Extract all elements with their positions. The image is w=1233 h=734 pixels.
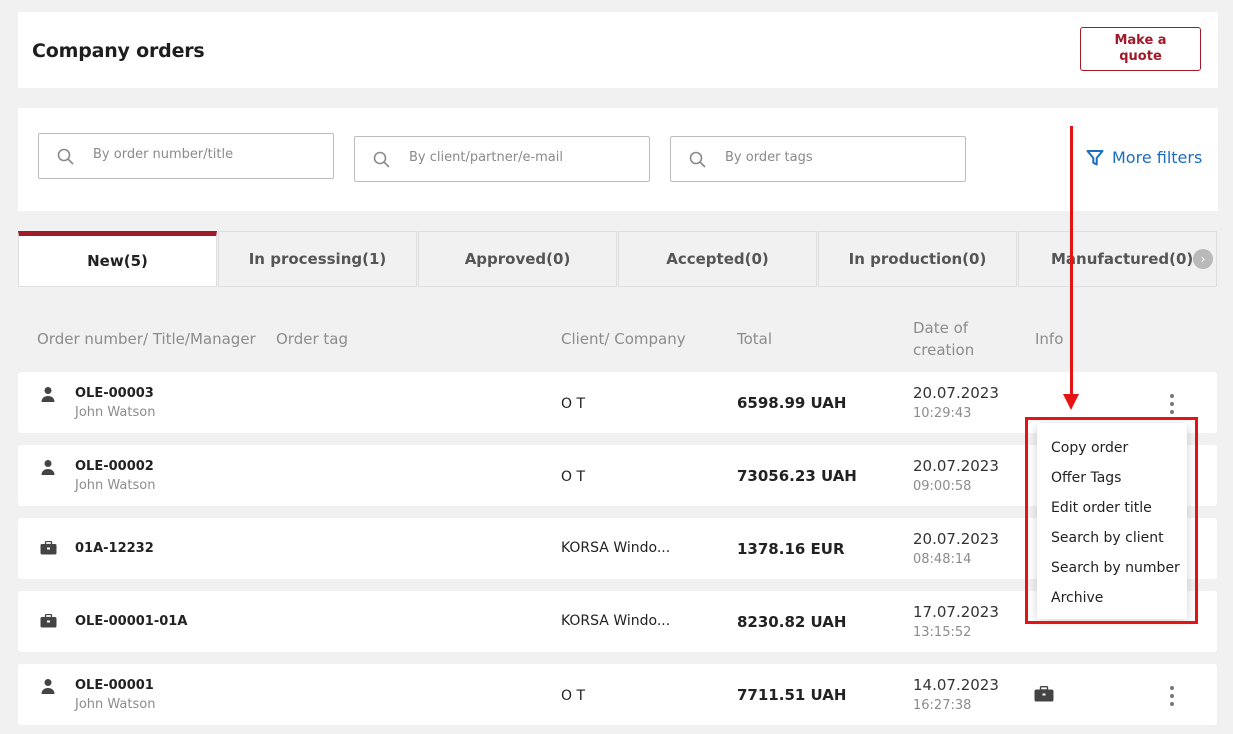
more-filters-label: More filters <box>1112 148 1203 167</box>
client-search-field[interactable] <box>354 136 650 182</box>
order-date: 20.07.2023 <box>913 530 999 548</box>
order-time: 13:15:52 <box>913 625 972 640</box>
tags-search-input[interactable] <box>723 149 947 166</box>
person-icon <box>41 679 55 694</box>
tab-approved[interactable]: Approved(0) <box>418 231 617 287</box>
order-client: O T <box>561 396 586 412</box>
order-client: O T <box>561 688 586 704</box>
annotation-arrow-line <box>1070 126 1073 396</box>
column-tag: Order tag <box>276 330 348 348</box>
column-date-line1: Date of <box>913 319 969 337</box>
make-quote-button[interactable]: Make a quote <box>1080 27 1201 71</box>
column-info: Info <box>1035 330 1064 348</box>
more-filters-link[interactable]: More filters <box>1086 148 1202 167</box>
order-total: 73056.23 UAH <box>737 467 857 485</box>
table-row[interactable]: OLE-00001 John Watson O T 7711.51 UAH 14… <box>18 664 1217 725</box>
tags-search-field[interactable] <box>670 136 966 182</box>
status-tabs: New(5) In processing(1) Approved(0) Acce… <box>18 231 1218 287</box>
chevron-right-icon[interactable]: › <box>1193 249 1213 269</box>
tab-accepted[interactable]: Accepted(0) <box>618 231 817 287</box>
client-search-input[interactable] <box>407 149 631 166</box>
column-order: Order number/ Title/Manager <box>37 330 256 348</box>
order-number[interactable]: 01A-12232 <box>75 541 154 556</box>
order-client: O T <box>561 469 586 485</box>
order-date: 14.07.2023 <box>913 676 999 694</box>
order-total: 6598.99 UAH <box>737 394 847 412</box>
order-number[interactable]: OLE-00002 <box>75 459 154 474</box>
order-number[interactable]: OLE-00001 <box>75 678 154 693</box>
order-manager: John Watson <box>75 697 156 712</box>
person-icon <box>41 460 55 475</box>
order-date: 20.07.2023 <box>913 384 999 402</box>
person-icon <box>41 387 55 402</box>
order-search-input[interactable] <box>91 146 315 163</box>
page-header: Company orders Make a quote <box>18 12 1218 88</box>
briefcase-icon <box>40 614 57 628</box>
search-icon <box>689 151 706 168</box>
column-date-line2: creation <box>913 341 975 359</box>
order-manager: John Watson <box>75 405 156 420</box>
search-icon <box>373 151 390 168</box>
order-number[interactable]: OLE-00001-01A <box>75 614 187 629</box>
order-total: 1378.16 EUR <box>737 540 845 558</box>
order-time: 16:27:38 <box>913 698 972 713</box>
tab-manufactured[interactable]: Manufactured(0) <box>1018 231 1217 287</box>
annotation-arrow-head <box>1063 394 1079 410</box>
order-manager: John Watson <box>75 478 156 493</box>
filter-icon <box>1086 149 1104 165</box>
order-total: 8230.82 UAH <box>737 613 847 631</box>
tab-new[interactable]: New(5) <box>18 231 217 287</box>
briefcase-icon <box>1034 686 1054 702</box>
page-title: Company orders <box>32 40 205 62</box>
order-client: KORSA Windo... <box>561 540 671 556</box>
order-client: KORSA Windo... <box>561 613 671 629</box>
search-icon <box>57 148 74 165</box>
briefcase-icon <box>40 541 57 555</box>
more-options-icon[interactable] <box>1166 686 1178 706</box>
order-date: 17.07.2023 <box>913 603 999 621</box>
order-total: 7711.51 UAH <box>737 686 847 704</box>
order-date: 20.07.2023 <box>913 457 999 475</box>
annotation-highlight-box <box>1025 417 1198 624</box>
filters-panel: More filters <box>18 108 1218 211</box>
order-time: 09:00:58 <box>913 479 972 494</box>
order-time: 10:29:43 <box>913 406 972 421</box>
more-options-icon[interactable] <box>1166 394 1178 414</box>
order-time: 08:48:14 <box>913 552 972 567</box>
tab-in-processing[interactable]: In processing(1) <box>218 231 417 287</box>
order-number[interactable]: OLE-00003 <box>75 386 154 401</box>
column-client: Client/ Company <box>561 330 686 348</box>
order-search-field[interactable] <box>38 133 334 179</box>
column-total: Total <box>737 330 773 348</box>
tab-in-production[interactable]: In production(0) <box>818 231 1017 287</box>
